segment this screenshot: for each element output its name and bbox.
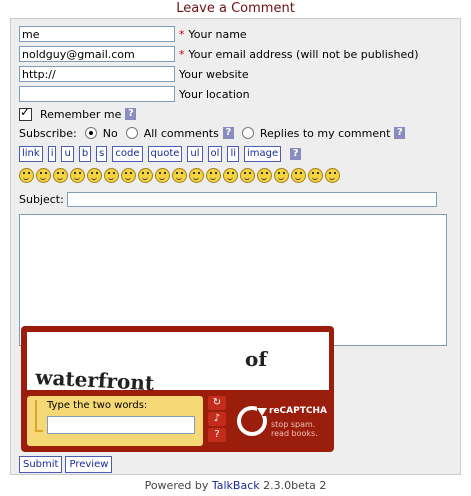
mad-icon[interactable] <box>257 167 272 183</box>
format-quote-button[interactable]: quote <box>147 146 183 162</box>
footer-version: 2.3.0beta 2 <box>263 479 327 492</box>
format-strike-button[interactable]: s <box>96 146 108 162</box>
remember-checkbox[interactable] <box>19 105 32 121</box>
help-icon[interactable]: ? <box>394 127 406 139</box>
smirk-icon[interactable] <box>138 167 153 183</box>
location-field[interactable] <box>19 86 175 102</box>
location-row: Your location <box>19 86 250 102</box>
subscribe-replies-radio[interactable] <box>241 127 254 139</box>
captcha-input[interactable] <box>47 416 195 434</box>
footer: Powered by TalkBack 2.3.0beta 2 <box>0 479 471 492</box>
recaptcha-tagline-2: read books. <box>271 429 318 438</box>
eek-icon[interactable] <box>291 167 306 183</box>
subscribe-no-label: No <box>102 126 118 140</box>
email-field[interactable] <box>19 46 175 62</box>
subscribe-label: Subscribe: <box>19 126 77 140</box>
comment-form-panel: * Your name * Your email address (will n… <box>10 18 461 475</box>
help-icon[interactable]: ? <box>290 148 302 160</box>
captcha-prompt: Type the two words: <box>47 400 148 411</box>
talkback-link[interactable]: TalkBack <box>212 479 260 492</box>
remember-row: Remember me ? <box>19 105 137 122</box>
footer-prefix: Powered by <box>144 479 209 492</box>
neutral-icon[interactable] <box>189 167 204 183</box>
captcha-controls: ↻ ♪ ? <box>208 396 230 446</box>
required-marker: * <box>179 27 185 41</box>
subscribe-replies-label: Replies to my comment <box>259 126 391 140</box>
wink-icon[interactable] <box>104 167 119 183</box>
subscribe-no-radio[interactable] <box>84 127 97 139</box>
cry-icon[interactable] <box>274 167 289 183</box>
page-title: Leave a Comment <box>176 1 295 16</box>
format-toolbar: link i u b s code quote ul ol li image ? <box>19 146 302 162</box>
format-underline-button[interactable]: u <box>61 146 74 162</box>
arrow-icon <box>35 400 43 432</box>
format-italic-button[interactable]: i <box>47 146 57 162</box>
grin-icon[interactable] <box>53 167 68 183</box>
format-ul-button[interactable]: ul <box>187 146 203 162</box>
smiley-bar <box>19 167 342 183</box>
cool-icon[interactable] <box>155 167 170 183</box>
location-label: Your location <box>179 87 250 101</box>
confused-icon[interactable] <box>223 167 238 183</box>
audio-icon[interactable]: ♪ <box>208 412 226 426</box>
form-actions: Submit Preview <box>19 455 115 473</box>
laugh-icon[interactable] <box>70 167 85 183</box>
format-code-button[interactable]: code <box>112 146 143 162</box>
captcha-image: waterfront of <box>27 332 329 395</box>
teeth-icon[interactable] <box>87 167 102 183</box>
format-bold-button[interactable]: b <box>78 146 92 162</box>
surprised-icon[interactable] <box>308 167 323 183</box>
recaptcha-logo: reCAPTCHA stop spam. read books. <box>235 402 329 446</box>
website-label: Your website <box>179 67 249 81</box>
website-row: Your website <box>19 66 249 82</box>
name-label: Your name <box>188 27 247 41</box>
recaptcha-widget: waterfront of Type the two words: ↻ ♪ ? … <box>21 326 334 452</box>
remember-label: Remember me <box>40 107 122 121</box>
subscribe-all-radio[interactable] <box>125 127 138 139</box>
help-icon[interactable]: ? <box>222 127 234 139</box>
refresh-icon[interactable]: ↻ <box>208 396 226 410</box>
name-field[interactable] <box>19 26 175 42</box>
worried-icon[interactable] <box>121 167 136 183</box>
subscribe-row: Subscribe: No All comments ? Replies to … <box>19 125 406 141</box>
angry-icon[interactable] <box>240 167 255 183</box>
happy-icon[interactable] <box>206 167 221 183</box>
name-row: * Your name <box>19 26 247 42</box>
captcha-word2: of <box>245 347 268 371</box>
format-link-button[interactable]: link <box>19 146 43 162</box>
email-label: Your email address (will not be publishe… <box>188 47 419 61</box>
website-field[interactable] <box>19 66 175 82</box>
subscribe-all-label: All comments <box>143 126 219 140</box>
captcha-word1: waterfront <box>34 365 156 390</box>
recaptcha-logo-icon <box>237 406 269 436</box>
big-grin-icon[interactable] <box>172 167 187 183</box>
captcha-response-area: Type the two words: <box>27 396 203 446</box>
email-row: * Your email address (will not be publis… <box>19 46 419 62</box>
required-marker: * <box>179 47 185 61</box>
help-icon[interactable]: ? <box>208 428 226 442</box>
subject-row-inner: Subject: <box>19 191 437 207</box>
subject-field[interactable] <box>66 191 437 207</box>
smile-icon[interactable] <box>19 167 34 183</box>
format-li-button[interactable]: li <box>227 146 239 162</box>
subject-label: Subject: <box>19 192 64 206</box>
recaptcha-tagline-1: stop spam. <box>271 420 316 429</box>
help-icon[interactable]: ? <box>125 108 137 120</box>
sad-icon[interactable] <box>36 167 51 183</box>
submit-button[interactable]: Submit <box>19 455 63 473</box>
recaptcha-brand: reCAPTCHA <box>269 406 327 416</box>
format-image-button[interactable]: image <box>244 146 282 162</box>
format-ol-button[interactable]: ol <box>207 146 223 162</box>
shock-icon[interactable] <box>325 167 340 183</box>
preview-button[interactable]: Preview <box>65 455 113 473</box>
